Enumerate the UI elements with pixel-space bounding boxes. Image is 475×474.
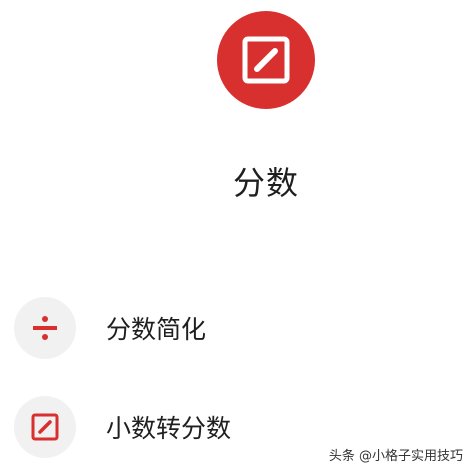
- edit-square-icon: [14, 396, 76, 458]
- edit-square-icon: [242, 36, 290, 84]
- page-title: 分数: [232, 164, 299, 202]
- watermark: 头条 @小格子实用技巧: [328, 449, 463, 464]
- fraction-edit-icon: [217, 11, 315, 109]
- menu-item-label: 分数简化: [106, 315, 207, 344]
- menu-item-decimal-to-fraction[interactable]: 小数转分数: [14, 396, 231, 458]
- divide-icon: [14, 297, 76, 359]
- menu-item-label: 小数转分数: [106, 414, 232, 443]
- menu-item-simplify-fraction[interactable]: 分数简化: [14, 297, 206, 359]
